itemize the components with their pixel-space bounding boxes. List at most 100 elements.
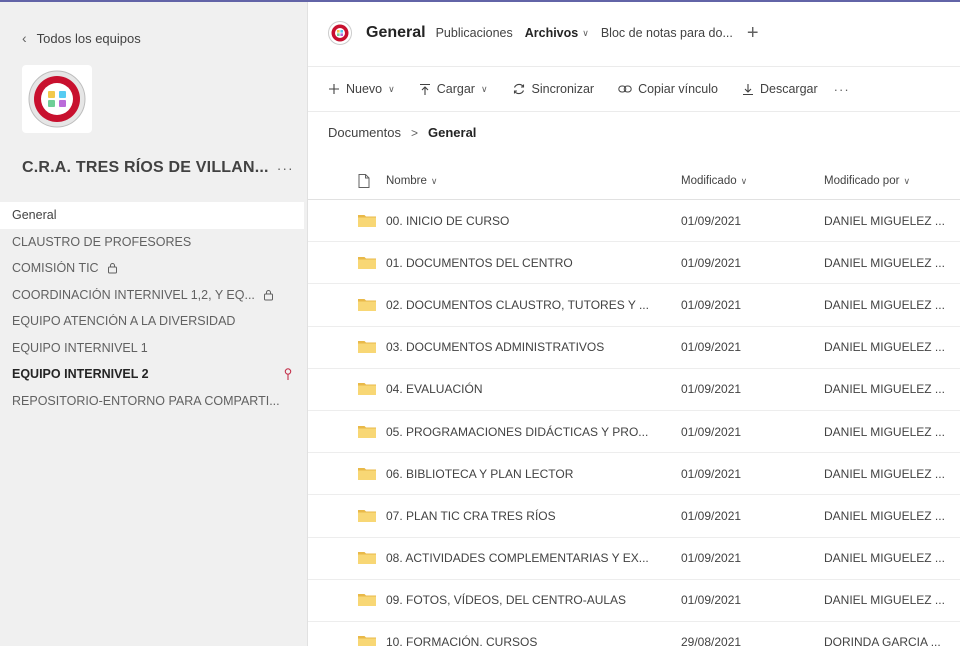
file-name[interactable]: 03. DOCUMENTOS ADMINISTRATIVOS xyxy=(386,340,681,354)
chevron-right-icon: > xyxy=(410,125,418,140)
tab-label: Archivos xyxy=(524,26,579,40)
add-tab-button[interactable]: + xyxy=(747,22,759,45)
channel-item-atencion-diversidad[interactable]: EQUIPO ATENCIÓN A LA DIVERSIDAD xyxy=(0,308,304,335)
tab-label: Bloc de notas para do... xyxy=(600,26,733,40)
files-toolbar: Nuevo ∨ Cargar ∨ Sincronizar Copiar vínc… xyxy=(308,66,960,112)
folder-icon xyxy=(308,298,386,312)
column-header-modified-by[interactable]: Modificado por ∨ xyxy=(824,175,960,187)
plus-icon xyxy=(328,83,340,95)
table-row[interactable]: 01. DOCUMENTOS DEL CENTRO 01/09/2021 DAN… xyxy=(308,242,960,285)
back-to-all-teams[interactable]: ‹ Todos los equipos xyxy=(22,30,141,46)
folder-icon xyxy=(308,256,386,270)
toolbar-more-button[interactable]: ··· xyxy=(834,82,850,97)
channel-item-comision-tic[interactable]: COMISIÓN TIC xyxy=(0,255,304,282)
file-name[interactable]: 10. FORMACIÓN, CURSOS xyxy=(386,635,681,646)
tab-bloc-de-notas[interactable]: Bloc de notas para do... xyxy=(601,2,733,64)
channel-item-internivel-1[interactable]: EQUIPO INTERNIVEL 1 xyxy=(0,335,304,362)
table-row[interactable]: 08. ACTIVIDADES COMPLEMENTARIAS Y EX... … xyxy=(308,538,960,580)
tab-archivos[interactable]: Archivos ∨ xyxy=(525,2,589,64)
channel-list: General CLAUSTRO DE PROFESORES COMISIÓN … xyxy=(0,202,304,414)
file-modified-by: DANIEL MIGUELEZ ... xyxy=(824,297,945,312)
download-button[interactable]: Descargar xyxy=(742,82,818,96)
breadcrumb-current: General xyxy=(428,125,477,140)
file-name[interactable]: 04. EVALUACIÓN xyxy=(386,382,681,396)
table-row[interactable]: 03. DOCUMENTOS ADMINISTRATIVOS 01/09/202… xyxy=(308,327,960,369)
file-modified: 01/09/2021 xyxy=(681,466,742,481)
file-modified-by: DANIEL MIGUELEZ ... xyxy=(824,593,945,608)
chevron-left-icon: ‹ xyxy=(22,30,27,46)
column-header-modified[interactable]: Modificado ∨ xyxy=(681,175,824,187)
file-name[interactable]: 05. PROGRAMACIONES DIDÁCTICAS Y PRO... xyxy=(386,425,681,439)
download-label: Descargar xyxy=(759,82,818,96)
channel-item-internivel-2[interactable]: EQUIPO INTERNIVEL 2 xyxy=(0,361,304,388)
file-modified-by: DANIEL MIGUELEZ ... xyxy=(824,551,945,566)
file-name[interactable]: 02. DOCUMENTOS CLAUSTRO, TUTORES Y ... xyxy=(386,298,681,312)
column-label: Modificado xyxy=(681,174,737,187)
chevron-down-icon: ∨ xyxy=(903,175,911,186)
document-icon xyxy=(358,173,370,188)
channel-header: General Publicaciones Archivos ∨ Bloc de… xyxy=(308,2,960,64)
breadcrumb: Documentos > General xyxy=(328,125,476,140)
tab-publicaciones[interactable]: Publicaciones xyxy=(436,2,513,64)
column-header-name[interactable]: Nombre ∨ xyxy=(386,175,681,187)
sync-button[interactable]: Sincronizar xyxy=(512,82,594,96)
channel-label: EQUIPO INTERNIVEL 2 xyxy=(12,367,149,382)
file-name[interactable]: 01. DOCUMENTOS DEL CENTRO xyxy=(386,256,681,270)
table-row[interactable]: 05. PROGRAMACIONES DIDÁCTICAS Y PRO... 0… xyxy=(308,411,960,454)
table-row[interactable]: 02. DOCUMENTOS CLAUSTRO, TUTORES Y ... 0… xyxy=(308,284,960,327)
chevron-down-icon: ∨ xyxy=(430,175,438,186)
file-modified-by: DANIEL MIGUELEZ ... xyxy=(824,213,945,228)
teams-window: ‹ Todos los equipos C.R.A. TRES RÍOS DE … xyxy=(0,0,960,646)
upload-icon xyxy=(419,83,431,96)
school-emblem-icon xyxy=(28,70,86,128)
file-modified: 01/09/2021 xyxy=(681,255,742,270)
channel-item-repositorio[interactable]: REPOSITORIO-ENTORNO PARA COMPARTI... xyxy=(0,388,304,415)
table-row[interactable]: 04. EVALUACIÓN 01/09/2021 DANIEL MIGUELE… xyxy=(308,369,960,411)
team-logo xyxy=(22,65,92,133)
file-name[interactable]: 07. PLAN TIC CRA TRES RÍOS xyxy=(386,509,681,523)
channel-label: EQUIPO ATENCIÓN A LA DIVERSIDAD xyxy=(12,314,236,329)
channel-item-claustro[interactable]: CLAUSTRO DE PROFESORES xyxy=(0,229,304,256)
file-modified: 01/09/2021 xyxy=(681,424,742,439)
folder-icon xyxy=(308,425,386,439)
file-name[interactable]: 08. ACTIVIDADES COMPLEMENTARIAS Y EX... xyxy=(386,551,681,565)
table-row[interactable]: 00. INICIO DE CURSO 01/09/2021 DANIEL MI… xyxy=(308,200,960,243)
file-modified: 01/09/2021 xyxy=(681,593,742,608)
file-name[interactable]: 09. FOTOS, VÍDEOS, DEL CENTRO-AULAS xyxy=(386,593,681,607)
upload-button[interactable]: Cargar ∨ xyxy=(419,82,488,96)
upload-label: Cargar xyxy=(436,82,475,96)
channel-item-coordinacion[interactable]: COORDINACIÓN INTERNIVEL 1,2, Y EQ... xyxy=(0,282,304,309)
file-modified-by: DANIEL MIGUELEZ ... xyxy=(824,340,945,355)
column-label: Nombre xyxy=(386,174,427,187)
file-modified: 01/09/2021 xyxy=(681,340,742,355)
table-row[interactable]: 07. PLAN TIC CRA TRES RÍOS 01/09/2021 DA… xyxy=(308,495,960,538)
copy-link-label: Copiar vínculo xyxy=(638,82,718,96)
channel-label: COORDINACIÓN INTERNIVEL 1,2, Y EQ... xyxy=(12,287,255,302)
channel-label: EQUIPO INTERNIVEL 1 xyxy=(12,340,148,355)
table-row[interactable]: 10. FORMACIÓN, CURSOS 29/08/2021 DORINDA… xyxy=(308,622,960,646)
sync-icon xyxy=(512,82,526,96)
file-type-header[interactable] xyxy=(308,173,386,188)
channel-item-general[interactable]: General xyxy=(0,202,304,229)
breadcrumb-root[interactable]: Documentos xyxy=(328,125,401,140)
folder-icon xyxy=(308,509,386,523)
main-content: General Publicaciones Archivos ∨ Bloc de… xyxy=(308,2,960,646)
school-emblem-icon xyxy=(331,24,349,42)
new-label: Nuevo xyxy=(346,82,383,96)
files-table: Nombre ∨ Modificado ∨ Modificado por ∨ 00. … xyxy=(308,162,960,646)
folder-icon xyxy=(308,340,386,354)
folder-icon xyxy=(308,382,386,396)
table-row[interactable]: 09. FOTOS, VÍDEOS, DEL CENTRO-AULAS 01/0… xyxy=(308,580,960,622)
channel-label: REPOSITORIO-ENTORNO PARA COMPARTI... xyxy=(12,393,280,408)
team-more-options-button[interactable]: ··· xyxy=(277,160,294,176)
file-name[interactable]: 06. BIBLIOTECA Y PLAN LECTOR xyxy=(386,467,681,481)
copy-link-button[interactable]: Copiar vínculo xyxy=(618,82,718,96)
file-modified-by: DANIEL MIGUELEZ ... xyxy=(824,424,945,439)
table-header: Nombre ∨ Modificado ∨ Modificado por ∨ xyxy=(308,162,960,200)
channel-label: COMISIÓN TIC xyxy=(12,261,99,276)
channel-title: General xyxy=(366,24,426,41)
channel-label: CLAUSTRO DE PROFESORES xyxy=(12,234,192,249)
new-button[interactable]: Nuevo ∨ xyxy=(328,82,395,96)
table-row[interactable]: 06. BIBLIOTECA Y PLAN LECTOR 01/09/2021 … xyxy=(308,453,960,496)
file-name[interactable]: 00. INICIO DE CURSO xyxy=(386,214,681,228)
